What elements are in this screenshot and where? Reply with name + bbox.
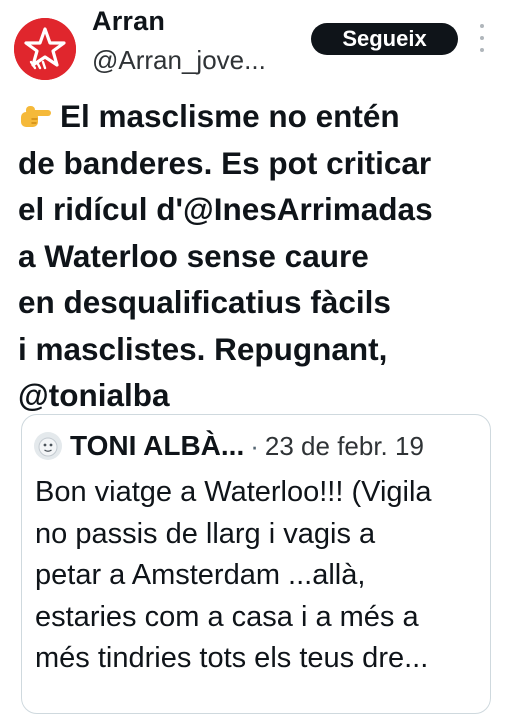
tweet-line: en desqualificatius fàcils <box>18 284 391 320</box>
more-dot <box>480 36 484 40</box>
quoted-author-name: TONI ALBÀ... <box>70 430 245 461</box>
tweet-line: @tonialba <box>18 377 170 413</box>
tweet-line: el ridícul d'@InesArrimadas <box>18 191 433 227</box>
tweet-line: El masclisme no entén <box>18 93 498 140</box>
quoted-line: petar a Amsterdam ...allà, <box>35 559 366 591</box>
author-display-name[interactable]: Arran <box>92 6 165 37</box>
quoted-line: més tindries tots els teus dre... <box>35 642 429 674</box>
author-handle[interactable]: @Arran_jove... <box>92 45 266 76</box>
follow-button[interactable]: Segueix <box>311 23 458 55</box>
more-dot <box>480 24 484 28</box>
quoted-line: no passis de llarg i vagis a <box>35 517 376 550</box>
more-vertical-icon[interactable] <box>474 24 490 52</box>
tweet-line-text: El masclisme no entén <box>60 98 400 134</box>
quoted-line: estaries com a casa i a més a <box>35 600 419 633</box>
backhand-index-pointing-right-icon <box>18 97 52 127</box>
tweet-line: a Waterloo sense caure <box>18 237 369 274</box>
tweet-text: El masclisme no entén de banderes. Es po… <box>18 93 498 419</box>
tweet-line: de banderes. Es pot criticar <box>18 144 432 181</box>
tweet-line: i masclistes. Repugnant, <box>18 330 388 367</box>
quoted-tweet-card[interactable]: TONI ALBÀ... · 23 de febr. 19 Bon viatge… <box>21 414 491 714</box>
more-dot <box>480 48 484 52</box>
quoted-tweet-text: Bon viatge a Waterloo!!! (Vigila no pass… <box>35 472 485 680</box>
quoted-tweet-date: 23 de febr. 19 <box>264 430 424 461</box>
tweet-header: Arran @Arran_jove... Segueix <box>0 0 510 90</box>
author-avatar[interactable] <box>14 18 76 80</box>
quoted-author-avatar <box>34 432 62 460</box>
red-star-logo-icon <box>14 18 76 80</box>
face-avatar-icon <box>34 432 62 460</box>
quoted-tweet-header: TONI ALBÀ... · 23 de febr. 19 <box>34 429 424 463</box>
dot-separator: · <box>250 430 259 461</box>
quoted-line: Bon viatge a Waterloo!!! (Vigila <box>35 476 432 508</box>
